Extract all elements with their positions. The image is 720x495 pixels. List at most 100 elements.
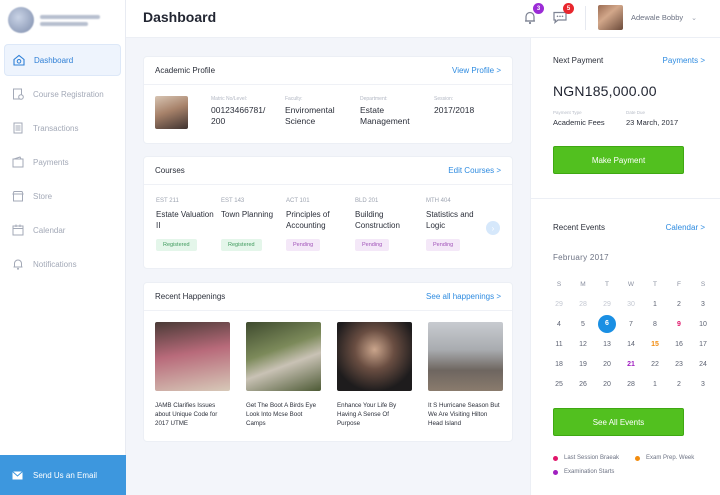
sidebar-item-course-registration[interactable]: Course Registration [4, 78, 121, 110]
course-item[interactable]: MTH 404 Statistics and Logic Pending [426, 198, 490, 251]
calendar-day[interactable]: 17 [691, 341, 715, 348]
news-item[interactable]: Get The Boot A Birds Eye Look Into Mcse … [246, 322, 321, 428]
payment-type: Payment Type Academic Fees [553, 110, 605, 127]
calendar-week: 18 19 20 21 22 23 24 [547, 354, 715, 374]
school-logo[interactable] [0, 0, 125, 40]
academic-profile-card: Academic Profile View Profile > Matric N… [143, 56, 513, 144]
sidebar-item-store[interactable]: Store [4, 180, 121, 212]
calendar-day[interactable]: 25 [547, 381, 571, 388]
calendar-day[interactable]: 11 [547, 341, 571, 348]
weekday-label: F [677, 280, 681, 288]
calendar-day[interactable]: 16 [667, 341, 691, 348]
sidebar-item-dashboard[interactable]: Dashboard [4, 44, 121, 76]
calendar-day[interactable]: 28 [571, 301, 595, 308]
calendar-day[interactable]: 5 [571, 321, 595, 328]
weekday-label: S [700, 280, 706, 288]
sidebar-item-notifications[interactable]: Notifications [4, 248, 121, 280]
calendar-icon [12, 224, 24, 236]
view-profile-link[interactable]: View Profile > [452, 66, 501, 75]
calendar-day[interactable]: 18 [547, 361, 571, 368]
news-item[interactable]: It S Hurricane Season But We Are Visitin… [428, 322, 503, 428]
sidebar-item-calendar[interactable]: Calendar [4, 214, 121, 246]
session-field: Session: 2017/2018 [434, 96, 475, 115]
legend-dot [553, 455, 558, 461]
calendar-day[interactable]: 15 [643, 341, 667, 348]
chevron-right-icon[interactable]: › [486, 221, 500, 235]
sidebar-item-transactions[interactable]: Transactions [4, 112, 121, 144]
user-name: Adewale Bobby [631, 13, 684, 22]
calendar-day[interactable]: 9 [667, 321, 691, 328]
edit-courses-link[interactable]: Edit Courses > [448, 166, 501, 175]
send-email-button[interactable]: Send Us an Email [0, 455, 126, 495]
calendar-day[interactable]: 2 [667, 381, 691, 388]
payment-due-date: Date Due 23 March, 2017 [626, 110, 679, 127]
bell-icon [13, 259, 23, 270]
wallet-icon [12, 156, 24, 168]
course-item[interactable]: EST 211 Estate Valuation II Registered [156, 198, 220, 251]
calendar-month: February 2017 [553, 253, 609, 262]
calendar-day[interactable]: 20 [595, 381, 619, 388]
user-menu[interactable]: Adewale Bobby ⌄ [598, 5, 697, 30]
profile-photo [155, 96, 188, 129]
news-image [155, 322, 230, 391]
status-badge: Registered [156, 239, 197, 251]
calendar-day[interactable]: 23 [667, 361, 691, 368]
sidebar-item-payments[interactable]: Payments [4, 146, 121, 178]
mail-icon [12, 470, 23, 479]
calendar-day[interactable]: 20 [595, 361, 619, 368]
status-badge: Pending [355, 239, 390, 251]
make-payment-button[interactable]: Make Payment [553, 146, 684, 174]
calendar-day[interactable]: 30 [619, 301, 643, 308]
notifications-button[interactable]: 3 [522, 3, 544, 25]
calendar-day[interactable]: 14 [619, 341, 643, 348]
weekday-label: T [605, 280, 609, 288]
calendar-day[interactable]: 26 [571, 381, 595, 388]
calendar-day[interactable]: 7 [619, 321, 643, 328]
next-payment-header: Next Payment Payments > [553, 56, 705, 65]
legend-item: Exam Prep. Week [635, 455, 694, 461]
chevron-down-icon: ⌄ [691, 14, 697, 22]
calendar-day[interactable]: 28 [619, 381, 643, 388]
faculty-field: Faculty: Enviromental Science [285, 96, 335, 126]
calendar-day[interactable]: 1 [643, 301, 667, 308]
recent-events-header: Recent Events Calendar > [553, 223, 705, 232]
card-title: Recent Events [553, 223, 606, 232]
calendar-day[interactable]: 4 [547, 321, 571, 328]
calendar-day[interactable]: 10 [691, 321, 715, 328]
course-item[interactable]: ACT 101 Principles of Accounting Pending [286, 198, 350, 251]
sidebar-item-label: Calendar [33, 225, 66, 235]
payments-link[interactable]: Payments > [663, 56, 705, 65]
calendar-day[interactable]: 13 [595, 341, 619, 348]
card-title: Next Payment [553, 56, 604, 65]
calendar-day[interactable]: 24 [691, 361, 715, 368]
legend-item: Examination Starts [553, 469, 614, 475]
news-item[interactable]: Enhance Your Life By Having A Sense Of P… [337, 322, 412, 428]
messages-button[interactable]: 5 [552, 3, 574, 25]
see-all-events-button[interactable]: See All Events [553, 408, 684, 436]
calendar-day[interactable]: 2 [667, 301, 691, 308]
calendar-day[interactable]: 22 [643, 361, 667, 368]
calendar-day[interactable]: 3 [691, 301, 715, 308]
matric-field: Matric No/Level: 00123466781/ 200 [211, 96, 266, 126]
calendar-week: 25 26 20 28 1 2 3 [547, 374, 715, 394]
home-icon [13, 54, 25, 66]
calendar-day[interactable]: 29 [595, 301, 619, 308]
legend-dot [553, 469, 558, 475]
school-seal-icon [8, 7, 34, 33]
course-item[interactable]: EST 143 Town Planning Registered [221, 198, 285, 251]
calendar-day[interactable]: 12 [571, 341, 595, 348]
calendar-day[interactable]: 21 [619, 361, 643, 368]
course-item[interactable]: BLD 201 Building Construction Pending [355, 198, 419, 251]
news-item[interactable]: JAMB Clarifies Issues about Unique Code … [155, 322, 230, 428]
status-badge: Pending [426, 239, 461, 251]
calendar-day[interactable]: 29 [547, 301, 571, 308]
weekday-label: M [580, 280, 586, 288]
calendar-day[interactable]: 19 [571, 361, 595, 368]
calendar-link[interactable]: Calendar > [666, 223, 705, 232]
see-all-happenings-link[interactable]: See all happenings > [426, 292, 501, 301]
sidebar-item-label: Store [33, 191, 53, 201]
calendar-day[interactable]: 1 [643, 381, 667, 388]
calendar-day[interactable]: 3 [691, 381, 715, 388]
calendar-day[interactable]: 8 [643, 321, 667, 328]
calendar-day[interactable]: 6 [595, 315, 619, 333]
